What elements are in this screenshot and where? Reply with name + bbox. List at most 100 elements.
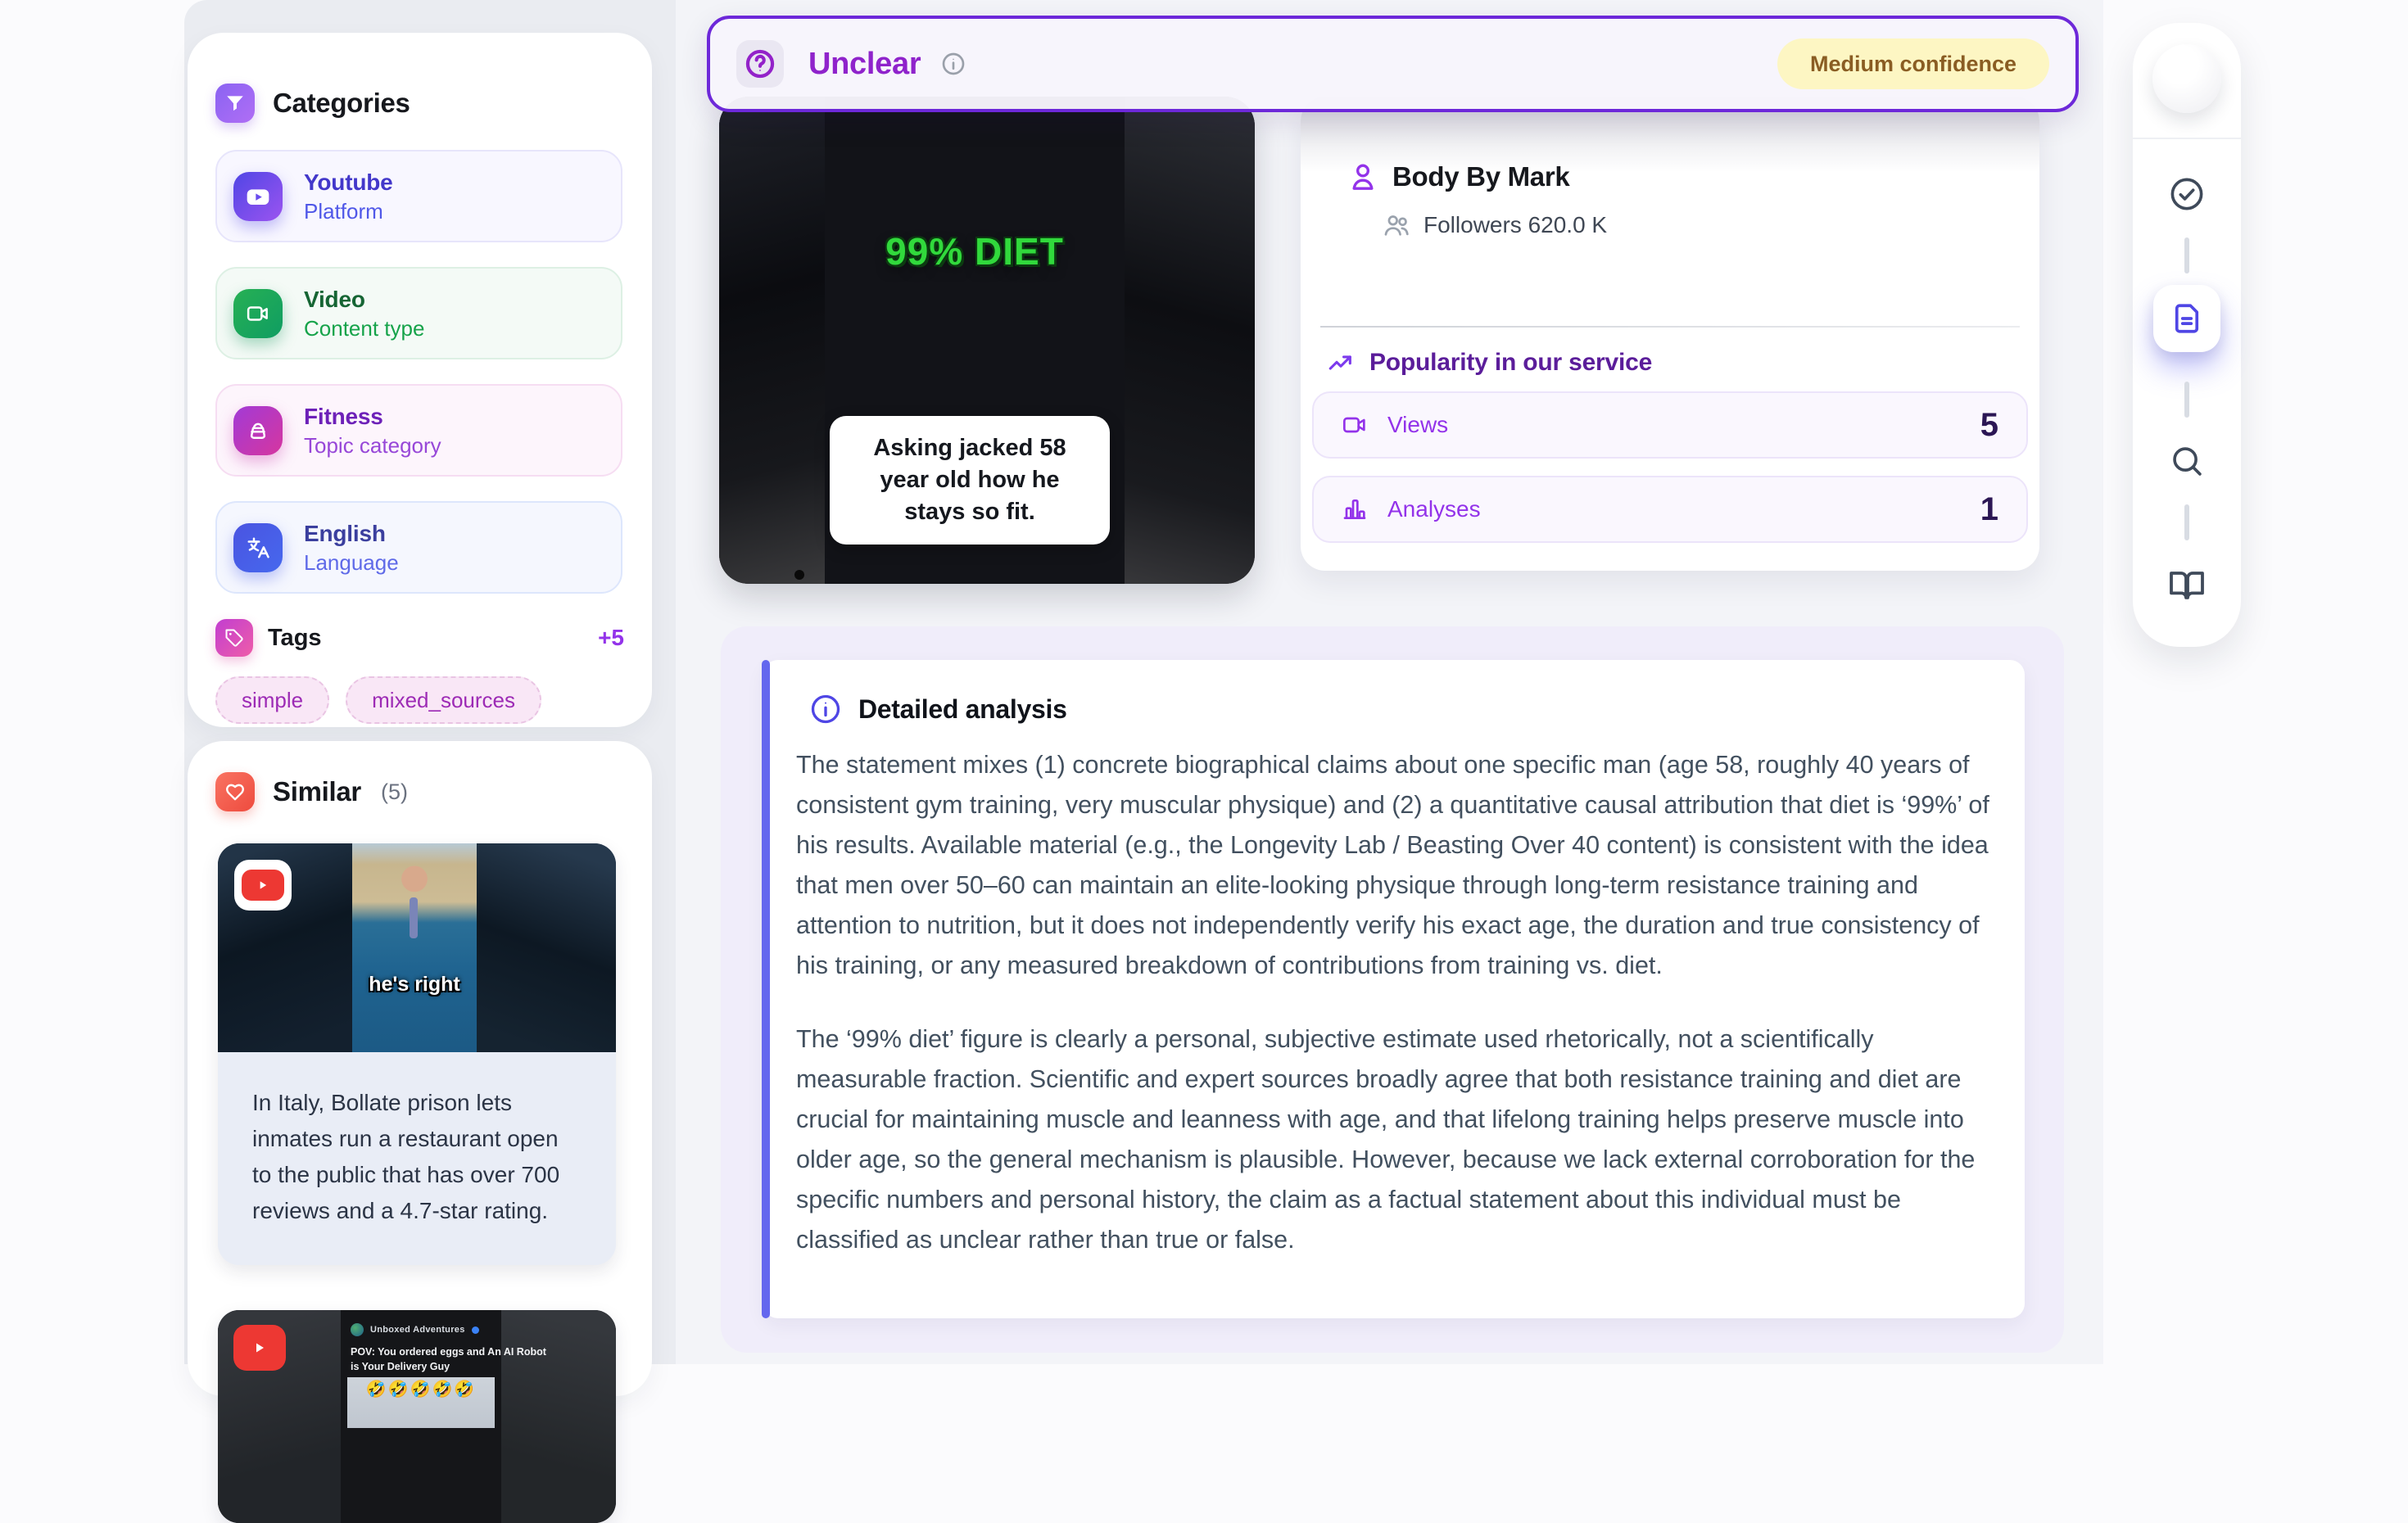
heart-icon (215, 772, 255, 811)
popularity-header: Popularity in our service (1327, 349, 1652, 377)
toolbar-connector (2184, 237, 2189, 273)
check-circle-icon (2168, 175, 2206, 213)
categories-title: Categories (273, 88, 410, 119)
stat-label: Analyses (1387, 496, 1481, 522)
toolbar-divider (2133, 138, 2241, 139)
category-card-youtube[interactable]: Youtube Platform (215, 150, 622, 242)
category-label: Youtube (304, 169, 393, 197)
creator-name-row: Body By Mark (1347, 160, 1569, 193)
analysis-card: Detailed analysis The statement mixes (1… (763, 660, 2025, 1318)
category-card-video[interactable]: Video Content type (215, 267, 622, 359)
analysis-accent-bar (762, 660, 770, 1318)
similar-video-card[interactable]: he's right In Italy, Bollate prison lets… (218, 843, 616, 1265)
video-photo-area: 99% DIET Asking jacked 58 year old how h… (825, 97, 1125, 584)
analyses-icon (1342, 496, 1368, 522)
categories-panel: Categories Youtube Platform Video Conten… (188, 33, 652, 727)
kettlebell-icon (233, 406, 283, 455)
category-type: Language (304, 549, 399, 576)
verified-badge-icon (472, 1326, 479, 1334)
similar-thumbnail: he's right (218, 843, 616, 1052)
post-caption-line2: is Your Delivery Guy (351, 1361, 450, 1372)
post-caption-line1: POV: You ordered eggs and An AI Robot (351, 1346, 546, 1358)
avatar[interactable] (2152, 44, 2221, 113)
category-card-english[interactable]: English Language (215, 501, 622, 594)
similar-header: Similar (5) (215, 772, 408, 811)
tags-more-button[interactable]: +5 (598, 625, 624, 651)
confidence-badge: Medium confidence (1777, 38, 2049, 89)
tag-chip[interactable]: simple (215, 676, 329, 724)
video-caption-bubble: Asking jacked 58 year old how he stays s… (830, 416, 1110, 545)
followers-row: Followers 620.0 K (1383, 211, 1607, 239)
book-open-icon (2167, 565, 2207, 604)
youtube-platform-icon (233, 172, 283, 221)
category-card-fitness[interactable]: Fitness Topic category (215, 384, 622, 477)
video-camera-icon (233, 289, 283, 338)
popularity-title: Popularity in our service (1369, 349, 1652, 377)
tag-icon (215, 619, 253, 657)
analysis-title: Detailed analysis (858, 694, 1067, 725)
similar-thumbnail: Unboxed Adventures POV: You ordered eggs… (218, 1310, 616, 1523)
similar-video-description: In Italy, Bollate prison lets inmates ru… (218, 1052, 616, 1265)
video-left-blur (719, 97, 825, 584)
analysis-section: Detailed analysis The statement mixes (1… (721, 626, 2064, 1353)
category-type: Content type (304, 315, 424, 341)
stat-row-views: Views 5 (1312, 391, 2028, 459)
stat-label: Views (1387, 412, 1448, 438)
toolbar-connector (2184, 504, 2189, 540)
app-root: Categories Youtube Platform Video Conten… (0, 0, 2408, 1364)
main-video-player[interactable]: 99% DIET Asking jacked 58 year old how h… (719, 97, 1255, 584)
stat-row-analyses: Analyses 1 (1312, 476, 2028, 543)
category-type: Platform (304, 198, 393, 224)
report-doc-button-active[interactable] (2153, 285, 2220, 352)
video-headline-overlay: 99% DIET (825, 229, 1125, 273)
verdict-banner: Unclear Medium confidence (707, 16, 2079, 112)
analysis-body: The statement mixes (1) concrete biograp… (796, 745, 2007, 1260)
creator-card: Body By Mark Followers 620.0 K Popularit… (1301, 97, 2039, 571)
thumbnail-center: he's right (352, 843, 477, 1052)
post-account-row: Unboxed Adventures (351, 1323, 479, 1336)
category-label: Fitness (304, 403, 441, 431)
post-emoji-row: 🤣🤣🤣🤣🤣 (347, 1377, 495, 1428)
account-avatar (351, 1323, 364, 1336)
question-circle-icon (736, 40, 784, 88)
similar-video-card[interactable]: Unboxed Adventures POV: You ordered eggs… (218, 1310, 616, 1523)
account-name: Unboxed Adventures (370, 1325, 465, 1335)
thumbnail-caption-overlay: he's right (352, 973, 477, 997)
analysis-paragraph: The statement mixes (1) concrete biograp… (796, 745, 2007, 986)
similar-count: (5) (381, 780, 408, 805)
document-icon (2170, 301, 2204, 336)
youtube-badge-icon (234, 860, 292, 911)
search-icon (2168, 442, 2206, 480)
library-button[interactable] (2133, 565, 2241, 604)
verify-check-button[interactable] (2133, 175, 2241, 213)
side-toolbar (2133, 23, 2241, 647)
thumbnail-right-blur (501, 1310, 616, 1523)
carousel-dot (794, 570, 804, 580)
category-label: English (304, 520, 399, 548)
stat-value: 5 (1980, 407, 1998, 444)
tags-header: Tags +5 (215, 619, 624, 657)
search-button[interactable] (2133, 442, 2241, 480)
stat-value: 1 (1980, 491, 1998, 528)
creator-name: Body By Mark (1392, 161, 1569, 192)
thumbnail-center: Unboxed Adventures POV: You ordered eggs… (341, 1310, 501, 1523)
tags-chip-row: simple mixed_sources (215, 676, 541, 724)
similar-panel: Similar (5) he's right (188, 741, 652, 1396)
info-icon (809, 693, 842, 725)
followers-icon (1383, 211, 1410, 239)
person-icon (1347, 160, 1379, 193)
analysis-paragraph: The ‘99% diet’ figure is clearly a perso… (796, 1019, 2007, 1260)
views-icon (1342, 412, 1368, 438)
verdict-info-icon[interactable] (940, 51, 966, 77)
toolbar-connector (2184, 382, 2189, 418)
similar-title: Similar (273, 776, 361, 807)
youtube-badge-icon (233, 1323, 287, 1372)
filter-icon (215, 84, 255, 123)
thumbnail-right-blur (477, 843, 616, 1052)
categories-header: Categories (215, 84, 410, 123)
tag-chip[interactable]: mixed_sources (346, 676, 541, 724)
verdict-label: Unclear (808, 47, 921, 82)
category-type: Topic category (304, 432, 441, 459)
tie-shape (410, 897, 418, 938)
language-icon (233, 523, 283, 572)
